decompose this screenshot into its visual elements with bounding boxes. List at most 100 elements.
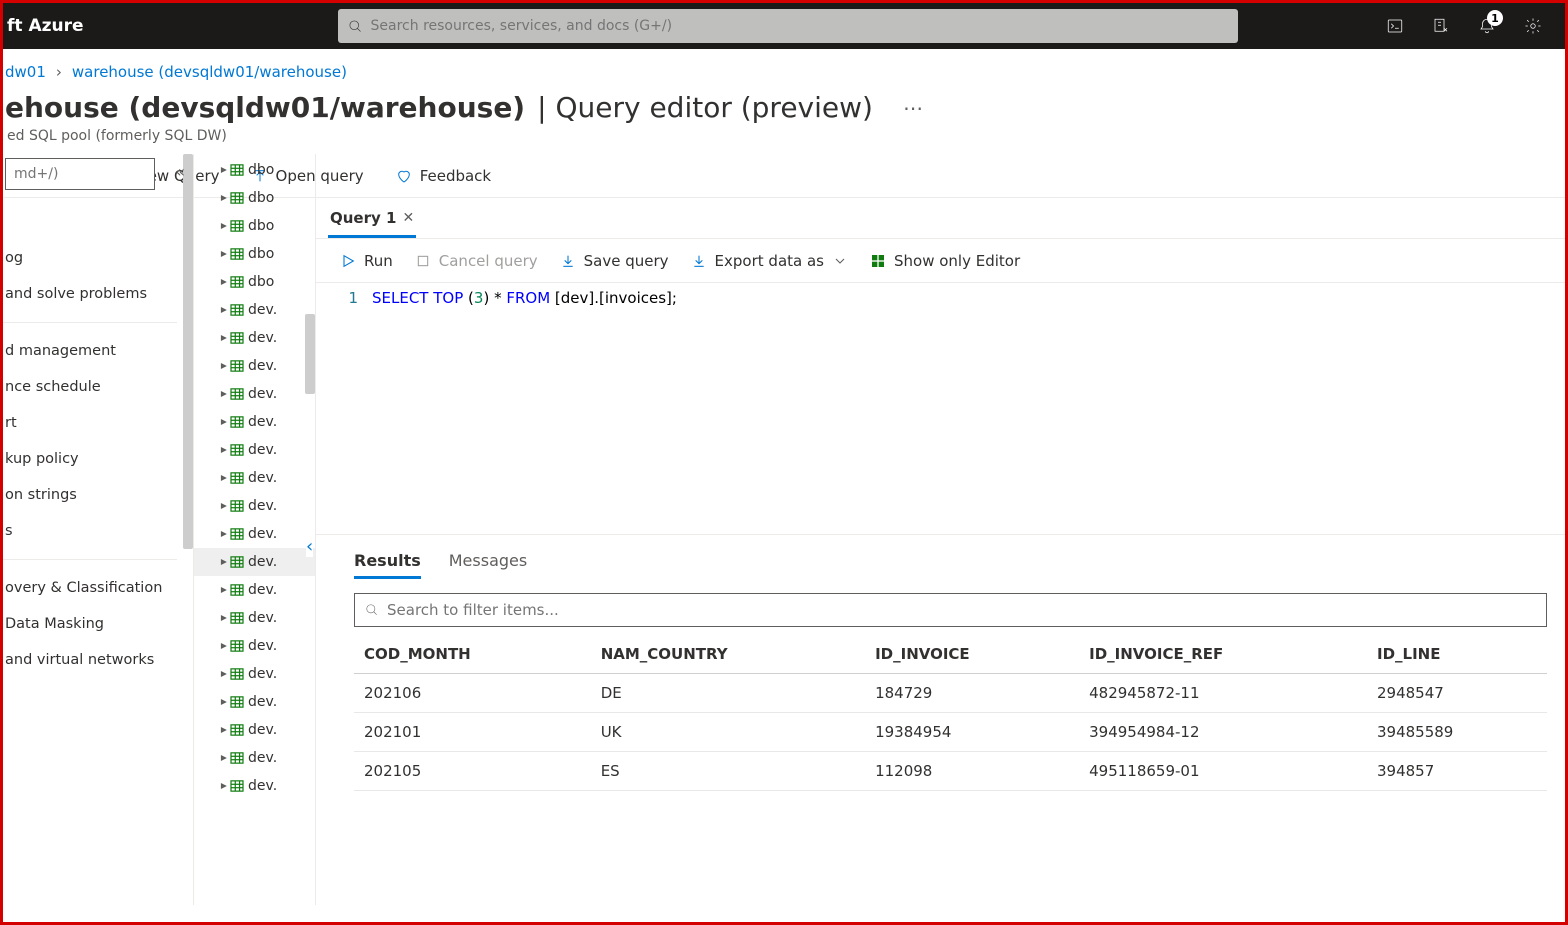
tree-item[interactable]: ▾ dev.	[194, 408, 315, 436]
settings-icon[interactable]	[1513, 6, 1553, 46]
collapse-results-icon[interactable]: ‹	[306, 536, 313, 557]
tree-item[interactable]: ▾dev.	[194, 436, 315, 464]
show-only-editor-button[interactable]: Show only Editor	[870, 252, 1020, 270]
tree-item[interactable]: ▾dev.	[194, 464, 315, 492]
tab-results[interactable]: Results	[354, 545, 421, 579]
table-cell: 19384954	[865, 713, 1079, 752]
cloud-shell-icon[interactable]	[1375, 6, 1415, 46]
column-header[interactable]: ID_INVOICE_REF	[1079, 635, 1367, 674]
close-icon[interactable]: ✕	[402, 210, 414, 226]
tree-item-label: dbo	[248, 162, 274, 178]
tree-item-label: dev.	[248, 414, 277, 430]
column-header[interactable]: NAM_COUNTRY	[591, 635, 865, 674]
object-explorer: ▾dbo▾dbo▾dbo▾dbo▾dbo▾dev.▾dev.▾dev.▾dev.…	[193, 154, 315, 905]
table-cell: 2948547	[1367, 674, 1547, 713]
tree-item[interactable]: ▾dev.	[194, 688, 315, 716]
breadcrumb-item-1[interactable]: warehouse (devsqldw01/warehouse)	[72, 63, 347, 81]
directory-filter-icon[interactable]	[1421, 6, 1461, 46]
sidebar-item[interactable]: on strings	[3, 477, 193, 513]
tree-item[interactable]: ▾dev.	[194, 520, 315, 548]
editor-code[interactable]: SELECT TOP (3) * FROM [dev].[invoices];	[372, 283, 677, 534]
tree-item[interactable]: ▾dev.	[194, 576, 315, 604]
tree-item-label: dev.	[248, 666, 277, 682]
tree-item[interactable]: ▾dbo	[194, 268, 315, 296]
sidebar-item[interactable]: d management	[3, 333, 193, 369]
tree-item[interactable]: ▾dev.	[194, 660, 315, 688]
command-search-input[interactable]	[5, 158, 155, 190]
more-actions-icon[interactable]: ⋯	[885, 96, 923, 120]
tree-item-label: dbo	[248, 190, 274, 206]
chevron-right-icon: ▾	[216, 615, 230, 621]
tree-item[interactable]: ▾dev.	[194, 716, 315, 744]
tree-item[interactable]: ▾dev.	[194, 548, 315, 576]
sidebar-item[interactable]: Data Masking	[3, 606, 193, 642]
global-search-input[interactable]	[371, 18, 1228, 34]
tree-item-label: dbo	[248, 274, 274, 290]
sidebar-item[interactable]: kup policy	[3, 441, 193, 477]
results-filter[interactable]	[354, 593, 1547, 627]
heart-icon	[396, 168, 412, 184]
column-header[interactable]: COD_MONTH	[354, 635, 591, 674]
chevron-right-icon: ▾	[216, 587, 230, 593]
page-title-sub: | Query editor (preview)	[537, 91, 873, 124]
sidebar-item[interactable]: and solve problems	[3, 276, 193, 312]
cancel-query-button[interactable]: Cancel query	[415, 252, 538, 270]
chevron-right-icon: ▾	[216, 419, 230, 425]
table-row[interactable]: 202101UK19384954394954984-1239485589	[354, 713, 1547, 752]
tree-item[interactable]: ▾dbo	[194, 212, 315, 240]
tree-item[interactable]: ▾dev.	[194, 380, 315, 408]
tree-item-label: dev.	[248, 470, 277, 486]
tab-messages[interactable]: Messages	[449, 545, 527, 579]
table-row[interactable]: 202106DE184729482945872-112948547	[354, 674, 1547, 713]
tree-scrollbar[interactable]	[305, 314, 315, 394]
tree-item[interactable]: ▾dev.	[194, 324, 315, 352]
tree-item[interactable]: ▾dbo	[194, 240, 315, 268]
table-cell: 112098	[865, 752, 1079, 791]
left-scrollbar[interactable]	[183, 154, 193, 549]
tree-item[interactable]: ▾dev.	[194, 744, 315, 772]
sidebar-item[interactable]: s	[3, 513, 193, 549]
page-title: ehouse (devsqldw01/warehouse) | Query ed…	[3, 85, 1565, 126]
run-button[interactable]: Run	[340, 252, 393, 270]
tree-item-label: dev.	[248, 554, 277, 570]
command-search[interactable]	[5, 158, 155, 190]
sidebar-item[interactable]: and virtual networks	[3, 642, 193, 678]
tree-item[interactable]: ▾dev.	[194, 604, 315, 632]
tree-item-label: dev.	[248, 302, 277, 318]
table-cell: UK	[591, 713, 865, 752]
breadcrumb-item-0[interactable]: dw01	[5, 63, 46, 81]
sidebar-item[interactable]: nce schedule	[3, 369, 193, 405]
tree-item[interactable]: ▾dev.	[194, 772, 315, 800]
table-row[interactable]: 202105ES112098495118659-01394857	[354, 752, 1547, 791]
table-cell: 482945872-11	[1079, 674, 1367, 713]
tree-item[interactable]: ▾dbo	[194, 184, 315, 212]
tree-item-label: dev.	[248, 778, 277, 794]
sql-editor[interactable]: 1 SELECT TOP (3) * FROM [dev].[invoices]…	[316, 282, 1565, 534]
table-cell: DE	[591, 674, 865, 713]
tree-item[interactable]: ▾dbo	[194, 156, 315, 184]
feedback-label: Feedback	[420, 167, 491, 185]
tree-item[interactable]: ▾dev.	[194, 352, 315, 380]
main-area: Login New Query Open query Feedback Quer…	[315, 154, 1565, 905]
tree-item[interactable]: ▾dev.	[194, 296, 315, 324]
chevron-right-icon: ▾	[216, 223, 230, 229]
notifications-icon[interactable]: 1	[1467, 6, 1507, 46]
tree-item-label: dev.	[248, 442, 277, 458]
save-query-button[interactable]: Save query	[560, 252, 669, 270]
sidebar-item[interactable]: rt	[3, 405, 193, 441]
global-search[interactable]	[338, 9, 1238, 43]
brand-label: ft Azure	[3, 16, 108, 36]
chevron-right-icon: ▾	[216, 755, 230, 761]
column-header[interactable]: ID_INVOICE	[865, 635, 1079, 674]
tab-query-1[interactable]: Query 1 ✕	[328, 201, 416, 238]
results-filter-input[interactable]	[387, 601, 1536, 619]
chevron-right-icon: ▾	[216, 363, 230, 369]
column-header[interactable]: ID_LINE	[1367, 635, 1547, 674]
sidebar-item[interactable]: og	[3, 240, 193, 276]
tree-item[interactable]: ▾dev.	[194, 632, 315, 660]
feedback-button[interactable]: Feedback	[390, 163, 497, 189]
sidebar-item[interactable]: overy & Classification	[3, 570, 193, 606]
collapse-left-icon[interactable]: «	[175, 162, 185, 181]
export-data-button[interactable]: Export data as	[691, 252, 848, 270]
tree-item[interactable]: ▾dev.	[194, 492, 315, 520]
